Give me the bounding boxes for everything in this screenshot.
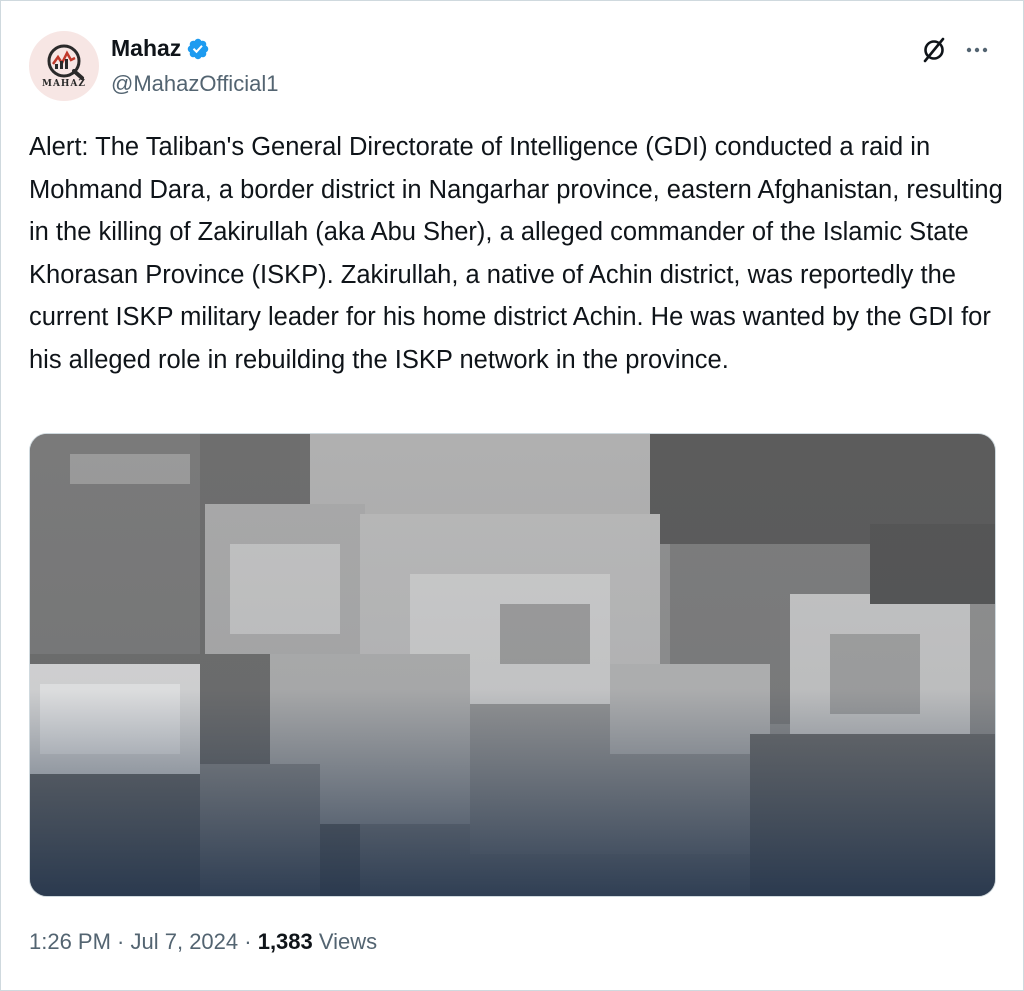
tweet-card: MAHAZ Mahaz @MahazOfficial1 Alert: The T… bbox=[0, 0, 1024, 991]
views-count: 1,383 bbox=[257, 929, 313, 954]
avatar-logo-icon bbox=[47, 44, 84, 80]
tweet-meta: 1:26 PM · Jul 7, 2024 · 1,383 Views bbox=[29, 929, 377, 955]
blurred-photo bbox=[30, 434, 995, 896]
author-display-name[interactable]: Mahaz bbox=[111, 35, 181, 62]
tweet-time[interactable]: 1:26 PM bbox=[29, 929, 111, 955]
author-handle[interactable]: @MahazOfficial1 bbox=[111, 71, 278, 97]
tweet-media-image[interactable] bbox=[29, 433, 996, 897]
views-label: Views bbox=[312, 929, 378, 954]
tweet-text: Alert: The Taliban's General Directorate… bbox=[29, 133, 1003, 374]
more-icon bbox=[966, 47, 988, 53]
tweet-date[interactable]: Jul 7, 2024 bbox=[131, 929, 239, 955]
avatar-logo-text: MAHAZ bbox=[41, 79, 86, 89]
meta-separator: · bbox=[110, 929, 131, 954]
more-options-button[interactable] bbox=[961, 35, 993, 65]
author-name-row: Mahaz bbox=[111, 35, 210, 62]
meta-separator: · bbox=[238, 929, 258, 954]
grok-button[interactable] bbox=[919, 35, 949, 65]
verified-badge-icon bbox=[188, 38, 209, 59]
avatar[interactable]: MAHAZ bbox=[29, 31, 99, 101]
grok-icon bbox=[923, 37, 945, 63]
